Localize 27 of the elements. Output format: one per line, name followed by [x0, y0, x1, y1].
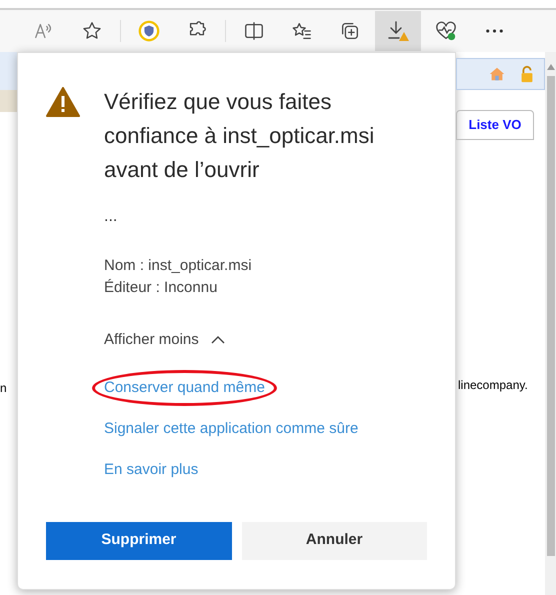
chevron-up-icon [210, 335, 225, 346]
scrollbar-thumb[interactable] [546, 76, 554, 556]
page-tab[interactable]: Liste VO [456, 110, 534, 140]
page-toolbar [0, 52, 17, 90]
detail-text: Éditeur : Inconnu [104, 278, 218, 298]
collections-icon [339, 20, 361, 42]
home-icon [488, 65, 506, 83]
ellipsis: ... [104, 207, 118, 227]
warning-icon [46, 87, 80, 117]
lock-icon [520, 65, 534, 83]
split-screen-icon [243, 20, 265, 42]
link[interactable]: En savoir plus [104, 460, 198, 478]
download-warning-icon [386, 19, 410, 43]
shield-icon [138, 20, 160, 42]
toolbar-button[interactable] [375, 11, 421, 51]
heart-health-icon [435, 20, 457, 42]
dialog-title: Vérifiez que vous faites confiance à inst_opticar.msi avant de l’ouvrir [104, 88, 376, 184]
link[interactable]: Conserver quand même [104, 378, 265, 396]
detail-text: Nom : inst_opticar.msi [104, 256, 253, 276]
page-text: n [0, 381, 7, 395]
show-less-toggle[interactable]: Afficher moins [104, 329, 225, 352]
favorites-list-icon [291, 20, 313, 42]
more-icon [486, 29, 502, 33]
delete-button[interactable]: Supprimer [46, 522, 232, 560]
page-text: linecompany. [457, 377, 529, 394]
link[interactable]: Signaler cette application comme sûre [104, 420, 358, 436]
cancel-button[interactable]: Annuler [242, 522, 427, 560]
